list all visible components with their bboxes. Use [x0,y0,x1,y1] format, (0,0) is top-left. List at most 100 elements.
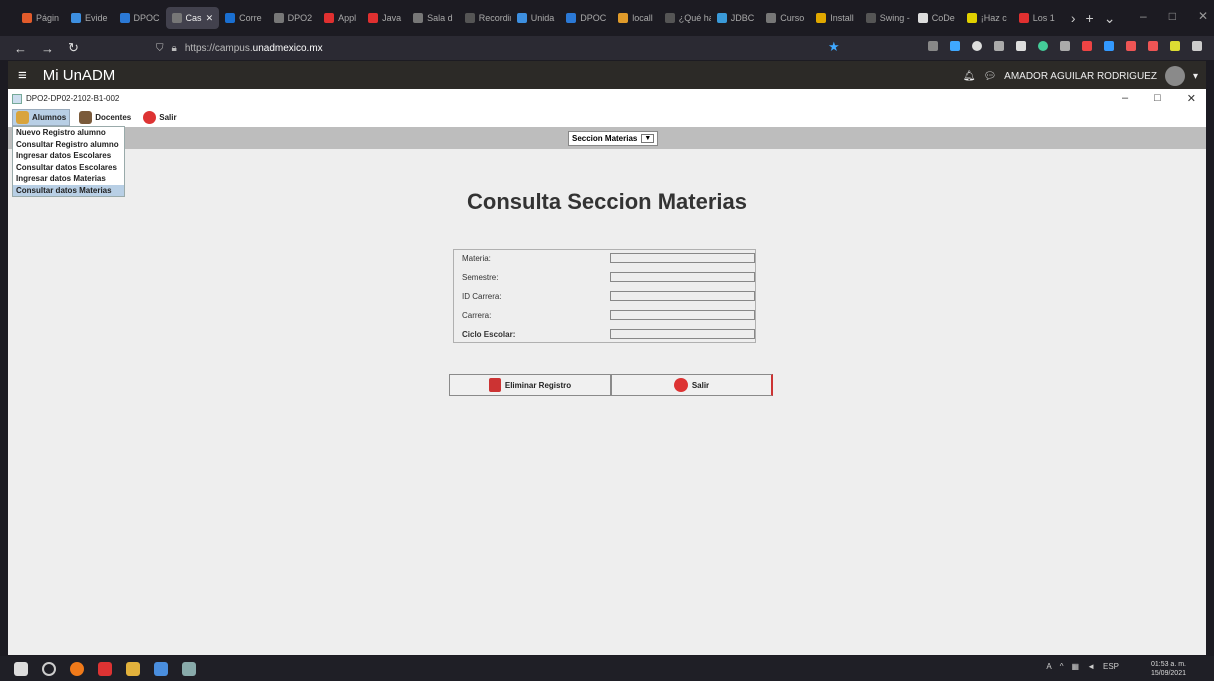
browser-tab[interactable]: Los 1 [1013,7,1061,29]
extension-icon[interactable] [994,41,1004,51]
browser-tab[interactable]: Cas ✕ [165,7,220,29]
chevron-down-icon[interactable]: ▼ [641,134,655,143]
ciclo-label: Ciclo Escolar: [462,330,516,339]
browser-tab[interactable]: Java [362,7,407,29]
keyboard-icon[interactable]: A [1046,662,1051,671]
vivaldi-icon[interactable] [98,661,112,676]
chat-icon[interactable]: 💬︎ [983,71,996,82]
new-tab-icon[interactable]: + [1086,10,1094,26]
extension-icon[interactable] [1082,41,1092,51]
browser-tab[interactable]: ¡Haz c [961,7,1013,29]
menu-salir[interactable]: Salir [140,110,179,125]
hamburger-icon[interactable]: ≡ [18,67,27,84]
download-icon[interactable] [950,41,960,51]
file-explorer-icon[interactable] [126,661,140,676]
close-icon[interactable]: ✕ [1198,9,1208,23]
tab-favicon-icon [816,13,827,23]
windows-start-icon[interactable] [14,661,28,676]
browser-tab[interactable]: Recording [459,7,511,29]
eliminar-registro-button[interactable]: Eliminar Registro [449,374,611,396]
salir-button[interactable]: Salir [611,374,773,396]
maximize-icon[interactable]: □ [1169,9,1176,23]
search-icon[interactable] [42,661,56,676]
id-carrera-field[interactable] [610,291,755,301]
menu-item-consultar-escolares[interactable]: Consultar datos Escolares [13,162,124,174]
browser-tab[interactable]: Evide [65,7,114,29]
extension-icon[interactable] [1126,41,1136,51]
semestre-label: Semestre: [462,273,499,282]
browser-tab[interactable]: Curso [760,7,810,29]
tab-close-icon[interactable]: ✕ [206,13,214,24]
browser-tab[interactable]: ¿Qué hay [659,7,711,29]
browser-tab[interactable]: Unida [511,7,561,29]
browser-tab[interactable]: JDBC [711,7,761,29]
menu-item-consultar-materias[interactable]: Consultar datos Materias [13,184,124,196]
library-icon[interactable] [1016,41,1026,51]
clock[interactable]: 01:53 a. m. 15/09/2021 [1151,660,1186,678]
pocket-icon[interactable] [928,41,938,51]
system-tray: A ^ ▦ ◄ ESP [1046,662,1119,671]
extension-icon[interactable] [1038,41,1048,51]
form-row-id-carrera: ID Carrera: [454,288,757,306]
browser-tab[interactable]: Págin [16,7,65,29]
java-window-controls: – □ ✕ [1122,92,1196,105]
tab-list-icon[interactable]: ⌄ [1104,10,1116,27]
chevron-down-icon[interactable]: ▾ [1193,71,1198,82]
firefox-icon[interactable] [70,661,84,676]
minimize-icon[interactable]: – [1140,9,1147,23]
alumnos-dropdown-menu: Nuevo Registro alumno Consultar Registro… [12,126,125,197]
network-icon[interactable]: ▦ [1072,662,1080,671]
browser-tab[interactable]: CoDe [912,7,961,29]
tab-favicon-icon [273,13,284,23]
chevron-up-icon[interactable]: ^ [1060,662,1064,671]
extension-icon[interactable] [1148,41,1158,51]
extension-icon[interactable] [1104,41,1114,51]
forward-icon[interactable]: → [41,41,54,56]
browser-tab[interactable]: Install [810,7,860,29]
tab-label: Recording [478,13,511,23]
extension-icon[interactable] [972,41,982,51]
menu-docentes[interactable]: Docentes [76,110,134,125]
semestre-field[interactable] [610,272,755,282]
browser-tab[interactable]: DPOC [560,7,612,29]
reload-icon[interactable]: ↻ [68,40,79,56]
menu-item-ingresar-materias[interactable]: Ingresar datos Materias [13,173,124,185]
menu-item-consultar-registro[interactable]: Consultar Registro alumno [13,139,124,151]
minimize-icon[interactable]: – [1122,92,1128,105]
browser-tab[interactable]: Appl [318,7,362,29]
ciclo-field[interactable] [610,329,755,339]
tab-scroll-icon[interactable]: › [1071,10,1076,26]
app-icon[interactable] [154,661,168,676]
tab-label: DPOC [580,13,607,23]
browser-tab[interactable]: Swing - J [860,7,912,29]
menu-alumnos[interactable]: Alumnos [12,109,71,126]
menu-item-nuevo-registro[interactable]: Nuevo Registro alumno [13,127,124,139]
extension-icon[interactable] [1170,41,1180,51]
section-combo[interactable]: Seccion Materias ▼ [568,131,659,146]
bell-icon[interactable]: 🔔︎ [963,71,976,82]
browser-tab[interactable]: Sala d [407,7,459,29]
extension-icon[interactable] [1060,41,1070,51]
user-name[interactable]: AMADOR AGUILAR RODRIGUEZ [1004,71,1157,82]
avatar[interactable] [1164,66,1185,86]
close-icon[interactable]: ✕ [1187,92,1196,105]
url-bar[interactable]: ⛉ 🔒︎ https://campus.unadmexico.mx [150,38,850,58]
maximize-icon[interactable]: □ [1154,92,1161,105]
browser-tab[interactable]: DPOC [114,7,166,29]
menu-icon[interactable] [1192,41,1202,51]
browser-tab[interactable]: DPO2 [268,7,319,29]
carrera-field[interactable] [610,310,755,320]
bookmark-star-icon[interactable]: ★ [828,39,840,55]
tab-favicon-icon [716,13,727,23]
java-app-icon[interactable] [182,661,196,676]
site-title[interactable]: Mi UnADM [43,67,116,84]
language-indicator[interactable]: ESP [1103,662,1119,671]
tab-label: Install [830,13,854,23]
materia-field[interactable] [610,253,755,263]
tab-favicon-icon [225,13,236,23]
volume-icon[interactable]: ◄ [1087,662,1095,671]
browser-tab[interactable]: Corre [219,7,268,29]
menu-item-ingresar-escolares[interactable]: Ingresar datos Escolares [13,150,124,162]
back-icon[interactable]: ← [14,41,27,56]
browser-tab[interactable]: locall [612,7,659,29]
